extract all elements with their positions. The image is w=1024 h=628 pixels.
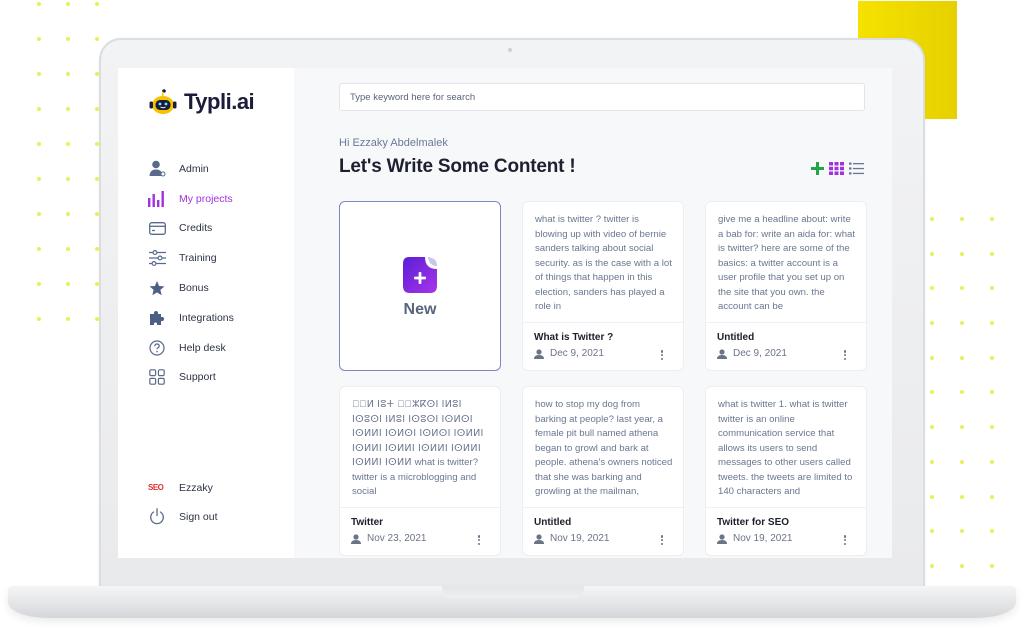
document-title: Twitter [351,517,384,528]
more-options-icon[interactable] [842,348,848,362]
document-footer: Untitled Dec 9, 2021 [706,322,866,370]
sidebar-item-label: Bonus [179,282,209,295]
user-icon [717,348,727,359]
sidebar-item-label: My projects [179,192,233,205]
user-icon [534,533,544,544]
sign-out-label: Sign out [179,510,218,523]
decorative-dots-right [930,217,1020,599]
document-card[interactable]: give me a headline about: write a bab fo… [705,201,867,371]
sidebar-item-label: Help desk [179,341,226,354]
new-document-label: New [403,301,437,318]
sign-out-button[interactable]: Sign out [148,502,218,531]
sidebar-item-credits[interactable]: Credits [148,214,234,244]
more-options-icon[interactable] [842,533,848,547]
document-meta: Nov 23, 2021 [351,533,427,544]
more-options-icon[interactable] [659,533,665,547]
user-area: SEO Ezzaky Sign out [148,473,218,531]
document-title: Twitter for SEO [717,517,790,528]
puzzle-icon [148,309,166,327]
admin-user-icon [148,160,166,178]
sidebar-item-label: Training [179,252,217,265]
document-excerpt: how to stop my dog from barking at peopl… [535,399,673,497]
sidebar-item-admin[interactable]: Admin [148,154,234,184]
sidebar-item-label: Admin [179,162,209,175]
user-icon [717,533,727,544]
app-screen: Typli.ai Admin My projects Credits Train… [118,68,892,558]
add-icon[interactable] [811,162,824,180]
sidebar-item-label: Integrations [179,311,234,324]
document-date: Nov 19, 2021 [733,533,793,544]
user-profile[interactable]: SEO Ezzaky [148,473,218,502]
document-card[interactable]: what is twitter ? twitter is blowing up … [522,201,684,371]
document-meta: Dec 9, 2021 [534,348,604,359]
sidebar-item-my-projects[interactable]: My projects [148,184,234,214]
document-excerpt: what is twitter ? twitter is blowing up … [535,214,672,312]
main-content: Hi Ezzaky Abdelmalek Let's Write Some Co… [294,68,892,558]
sidebar-item-support[interactable]: Support [148,363,234,393]
sidebar-nav: Admin My projects Credits Training Bonus… [148,154,234,392]
document-title: What is Twitter ? [534,332,614,343]
document-footer: What is Twitter ? Dec 9, 2021 [523,322,683,370]
document-meta: Nov 19, 2021 [717,533,793,544]
greeting: Hi Ezzaky Abdelmalek [339,137,448,149]
brand-logo[interactable]: Typli.ai [148,88,255,116]
document-date: Dec 9, 2021 [550,348,604,359]
new-document-icon [403,257,437,293]
page-title: Let's Write Some Content ! [339,156,576,177]
document-excerpt: what is twitter 1. what is twitter twitt… [718,399,853,497]
credit-card-icon [148,219,166,237]
document-meta: Dec 9, 2021 [717,348,787,359]
sidebar-item-integrations[interactable]: Integrations [148,303,234,333]
search-input[interactable] [339,83,865,111]
view-tools [811,162,864,180]
document-card[interactable]: what is twitter 1. what is twitter twitt… [705,386,867,556]
document-date: Nov 19, 2021 [550,533,610,544]
laptop-notch [442,586,584,598]
grid-squares-icon [148,368,166,386]
document-excerpt: give me a headline about: write a bab fo… [718,214,856,312]
document-footer: Untitled Nov 19, 2021 [523,507,683,555]
more-options-icon[interactable] [659,348,665,362]
document-meta: Nov 19, 2021 [534,533,610,544]
list-view-icon[interactable] [849,162,864,180]
robot-logo-icon [149,89,177,114]
user-icon [351,533,361,544]
grid-view-icon[interactable] [829,162,844,180]
laptop-camera [508,48,512,52]
document-footer: Twitter Nov 23, 2021 [340,507,500,555]
sidebar-item-label: Credits [179,222,213,235]
sidebar-item-label: Support [179,371,216,384]
document-date: Dec 9, 2021 [733,348,787,359]
power-icon [148,508,166,526]
document-title: Untitled [534,517,572,528]
more-options-icon[interactable] [476,533,482,547]
bar-chart-icon [148,190,166,208]
seo-badge: SEO [148,483,164,492]
document-card[interactable]: ⵓ⵿ⵍ ⵏⵓⵜ ⵙ⵿ⵣⴽⵙⵏ ⵏⵍⵓⵏ ⵏⵙⵓⵙⵏ ⵏⵍⵓⵏ ⵏⵙⵓⵙⵏ ⵏⵙⵍ… [339,386,501,556]
sidebar-item-bonus[interactable]: Bonus [148,273,234,303]
sidebar: Typli.ai Admin My projects Credits Train… [118,68,294,558]
user-name: Ezzaky [179,481,213,494]
star-icon [148,279,166,297]
documents-grid: New what is twitter ? twitter is blowing… [339,201,867,556]
document-footer: Twitter for SEO Nov 19, 2021 [706,507,866,555]
document-date: Nov 23, 2021 [367,533,427,544]
help-circle-icon [148,339,166,357]
document-title: Untitled [717,332,755,343]
new-document-button[interactable]: New [339,201,501,371]
document-card[interactable]: how to stop my dog from barking at peopl… [522,386,684,556]
brand-name: Typli.ai [184,89,255,114]
sliders-icon [148,249,166,267]
sidebar-item-help-desk[interactable]: Help desk [148,333,234,363]
sidebar-item-training[interactable]: Training [148,243,234,273]
document-excerpt: ⵓ⵿ⵍ ⵏⵓⵜ ⵙ⵿ⵣⴽⵙⵏ ⵏⵍⵓⵏ ⵏⵙⵓⵙⵏ ⵏⵍⵓⵏ ⵏⵙⵓⵙⵏ ⵏⵙⵍ… [352,398,490,498]
user-icon [534,348,544,359]
